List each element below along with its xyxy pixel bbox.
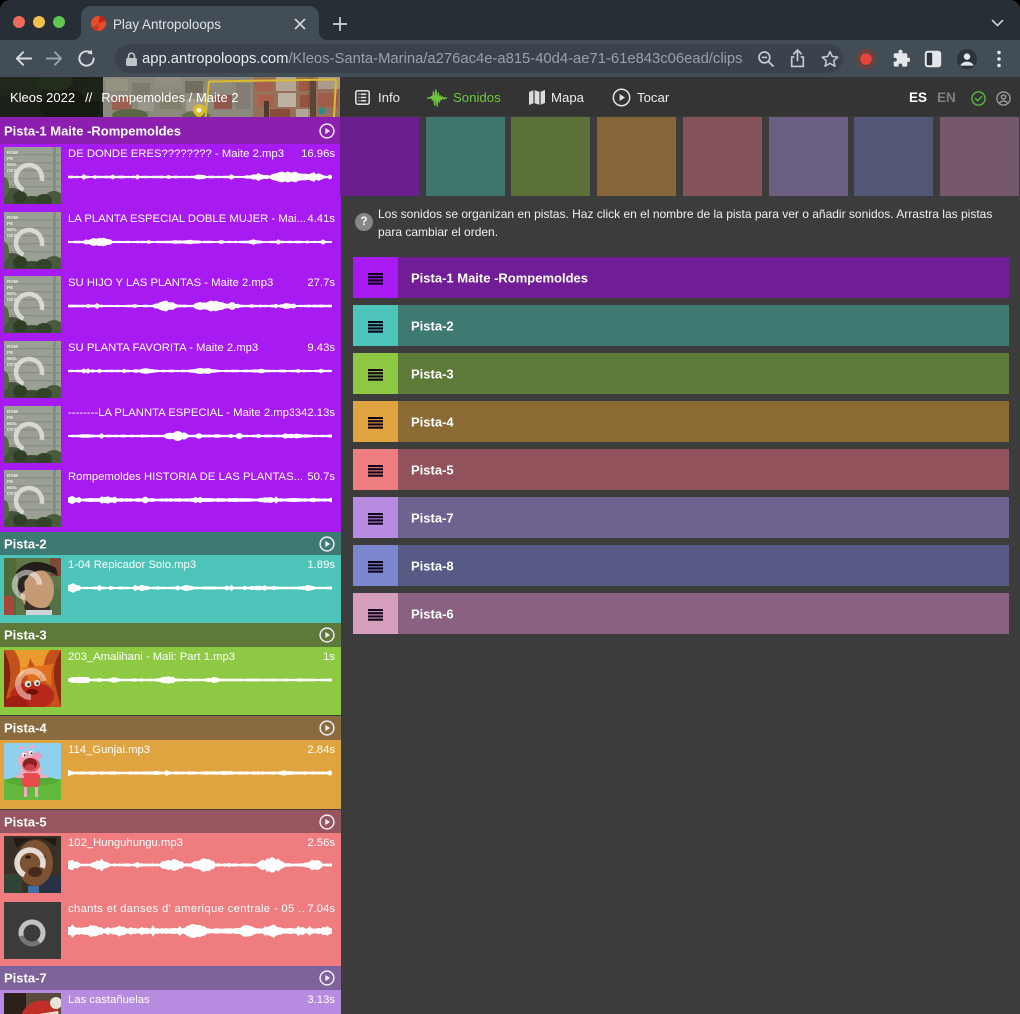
svg-text:MOL: MOL bbox=[7, 227, 17, 232]
svg-text:PE: PE bbox=[7, 285, 13, 290]
svg-text:MOL: MOL bbox=[7, 485, 17, 490]
svg-text:MOL: MOL bbox=[7, 421, 17, 426]
svg-text:ROM: ROM bbox=[7, 473, 18, 478]
svg-text:MOL: MOL bbox=[7, 356, 17, 361]
svg-text:ROM: ROM bbox=[7, 409, 18, 414]
svg-text:ROM: ROM bbox=[7, 279, 18, 284]
svg-text:PE: PE bbox=[7, 415, 13, 420]
svg-text:ROM: ROM bbox=[7, 150, 18, 155]
svg-text:ROM: ROM bbox=[7, 344, 18, 349]
svg-text:PE: PE bbox=[7, 156, 13, 161]
svg-text:PE: PE bbox=[7, 350, 13, 355]
svg-text:MOL: MOL bbox=[7, 291, 17, 296]
svg-text:PE: PE bbox=[7, 479, 13, 484]
svg-text:MOL: MOL bbox=[7, 162, 17, 167]
svg-text:ROM: ROM bbox=[7, 215, 18, 220]
svg-text:PE: PE bbox=[7, 221, 13, 226]
